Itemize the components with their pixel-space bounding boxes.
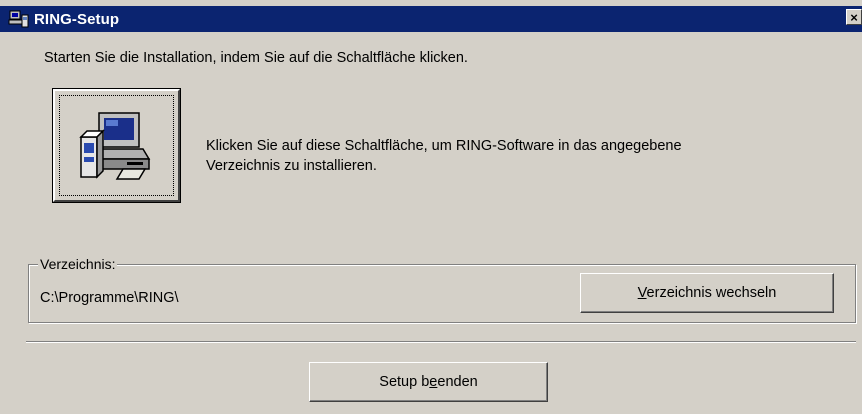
instruction-text: Starten Sie die Installation, indem Sie … bbox=[44, 50, 468, 66]
computer-setup-icon bbox=[79, 112, 151, 180]
close-icon: × bbox=[850, 10, 858, 25]
separator bbox=[26, 341, 856, 343]
change-directory-label: Verzeichnis wechseln bbox=[637, 285, 777, 301]
install-button[interactable] bbox=[52, 88, 181, 203]
window-title: RING-Setup bbox=[34, 10, 120, 28]
title-bar[interactable]: RING-Setup × bbox=[0, 6, 862, 32]
directory-path: C:\Programme\RING\ bbox=[40, 290, 179, 306]
exit-setup-button[interactable]: Setup beenden bbox=[309, 362, 548, 402]
directory-label: Verzeichnis: bbox=[38, 256, 118, 272]
install-description-line2: Verzeichnis zu installieren. bbox=[206, 158, 377, 174]
install-description-line1: Klicken Sie auf diese Schaltfläche, um R… bbox=[206, 138, 682, 154]
install-description: Klicken Sie auf diese Schaltfläche, um R… bbox=[206, 136, 682, 176]
close-button[interactable]: × bbox=[846, 9, 862, 25]
setup-app-icon bbox=[8, 10, 29, 28]
setup-window: RING-Setup × Starten Sie die Installatio… bbox=[0, 0, 862, 414]
change-directory-button[interactable]: Verzeichnis wechseln bbox=[580, 273, 834, 313]
exit-setup-label: Setup beenden bbox=[379, 374, 478, 390]
